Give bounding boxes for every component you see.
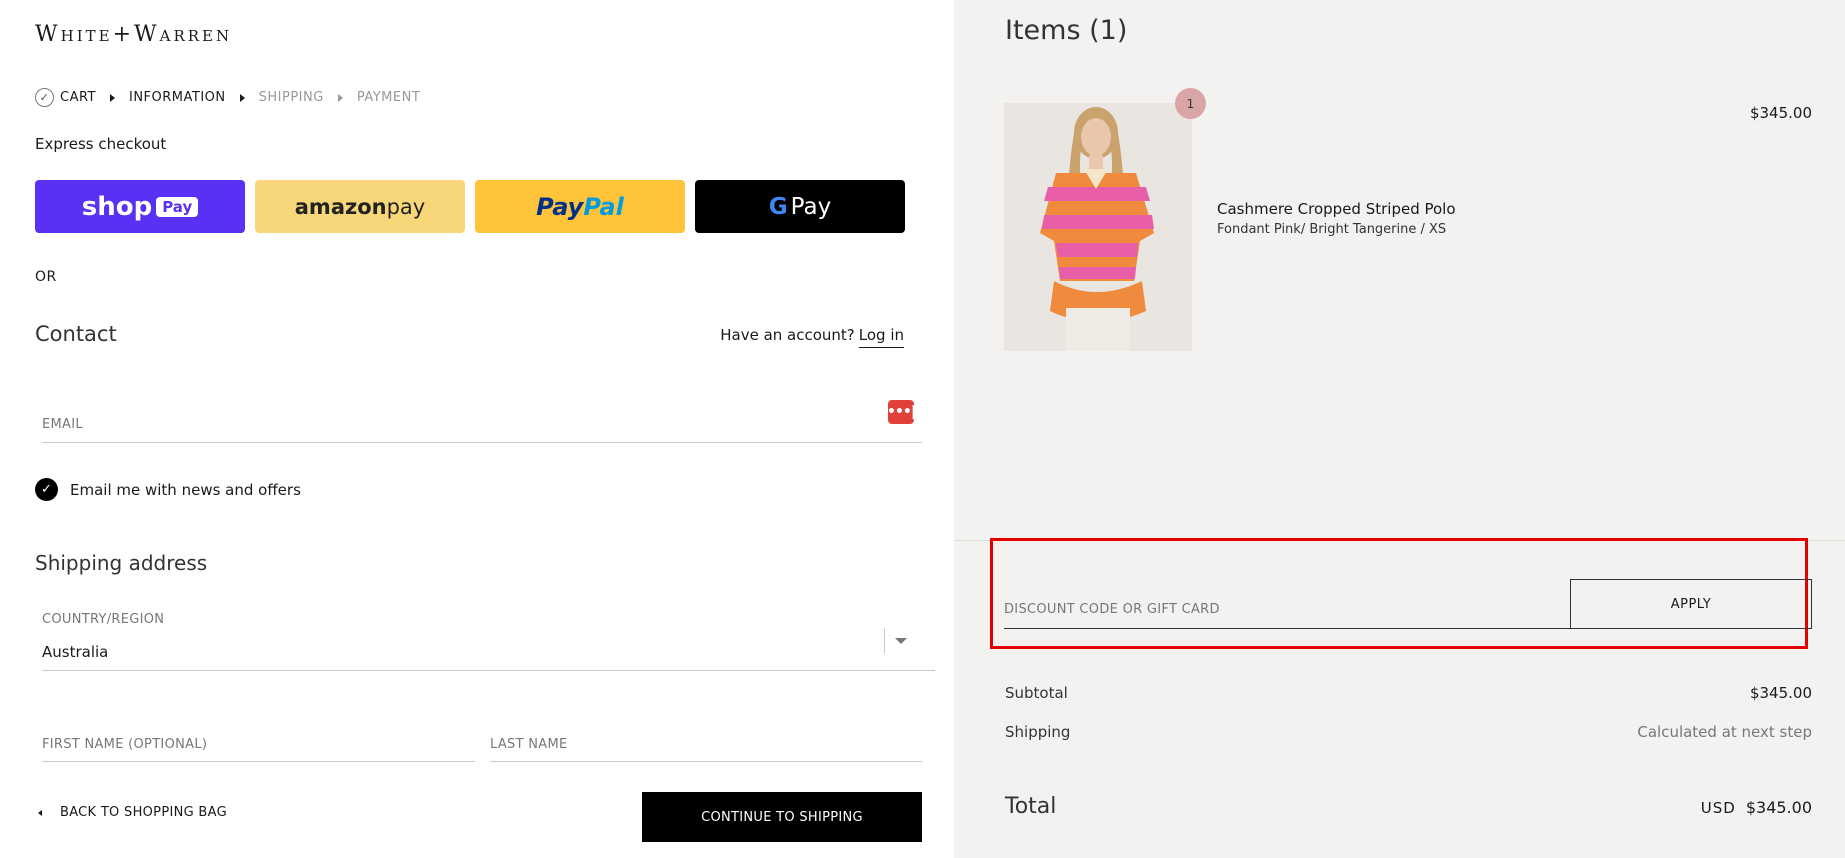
total-row: Total USD $345.00 bbox=[1005, 794, 1812, 819]
google-pay-text: Pay bbox=[790, 193, 832, 220]
quantity-badge: 1 bbox=[1175, 88, 1206, 119]
breadcrumb-shipping: SHIPPING bbox=[258, 90, 324, 105]
google-pay-button[interactable]: G Pay bbox=[695, 180, 905, 233]
country-value: Australia bbox=[42, 643, 109, 661]
shop-pay-tag: Pay bbox=[156, 196, 199, 217]
country-select[interactable]: COUNTRY/REGION Australia bbox=[42, 606, 935, 671]
amazon-pay-button[interactable]: amazon pay bbox=[255, 180, 465, 233]
breadcrumb-information: INFORMATION bbox=[129, 90, 226, 105]
chevron-down-icon bbox=[895, 638, 907, 644]
shipping-row: Shipping Calculated at next step bbox=[1005, 723, 1812, 741]
chevron-left-icon bbox=[38, 809, 42, 816]
have-account: Have an account? Log in bbox=[720, 326, 904, 348]
paypal-button[interactable]: Pay Pal bbox=[475, 180, 685, 233]
last-name-placeholder: LAST NAME bbox=[490, 737, 568, 752]
shipping-value: Calculated at next step bbox=[1637, 723, 1812, 741]
first-name-field[interactable]: FIRST NAME (OPTIONAL) bbox=[42, 720, 475, 762]
breadcrumb-cart[interactable]: CART bbox=[60, 90, 96, 105]
checkbox-checked-icon[interactable]: ✓ bbox=[35, 478, 58, 501]
brand-logo[interactable]: White+Warren bbox=[35, 22, 232, 47]
subtotal-row: Subtotal $345.00 bbox=[1005, 684, 1812, 702]
chevron-right-icon bbox=[239, 93, 245, 102]
product-image bbox=[1004, 103, 1192, 351]
apply-button[interactable]: APPLY bbox=[1570, 579, 1812, 629]
newsletter-label: Email me with news and offers bbox=[70, 480, 301, 499]
amazon-logo-text: amazon bbox=[294, 194, 387, 219]
email-placeholder: EMAIL bbox=[42, 417, 83, 432]
last-name-field[interactable]: LAST NAME bbox=[490, 720, 922, 762]
first-name-placeholder: FIRST NAME (OPTIONAL) bbox=[42, 737, 208, 752]
checkout-form-panel: White+Warren ✓ CART INFORMATION SHIPPING… bbox=[0, 0, 954, 858]
items-heading: Items (1) bbox=[1005, 15, 1128, 46]
discount-placeholder: DISCOUNT CODE OR GIFT CARD bbox=[1004, 602, 1220, 617]
shop-pay-button[interactable]: shop Pay bbox=[35, 180, 245, 233]
chevron-right-icon bbox=[110, 93, 115, 102]
newsletter-option[interactable]: ✓ Email me with news and offers bbox=[35, 478, 301, 501]
country-label: COUNTRY/REGION bbox=[42, 612, 165, 627]
paypal-logo-text-a: Pay bbox=[536, 192, 584, 221]
order-summary-panel: Items (1) 1 Cashmere Cropped Striped Pol… bbox=[954, 0, 1845, 858]
total-label: Total bbox=[1005, 794, 1057, 819]
total-currency: USD bbox=[1700, 799, 1736, 817]
email-field[interactable]: EMAIL •••| bbox=[42, 395, 922, 443]
express-checkout-title: Express checkout bbox=[35, 135, 167, 153]
paypal-logo-text-b: Pal bbox=[583, 192, 624, 221]
discount-code-input[interactable]: DISCOUNT CODE OR GIFT CARD bbox=[1004, 579, 1572, 629]
google-g-icon: G bbox=[768, 193, 788, 220]
continue-to-shipping-button[interactable]: CONTINUE TO SHIPPING bbox=[642, 792, 922, 842]
login-link[interactable]: Log in bbox=[858, 326, 904, 348]
back-to-bag-link[interactable]: BACK TO SHOPPING BAG bbox=[38, 805, 227, 820]
product-variant: Fondant Pink/ Bright Tangerine / XS bbox=[1217, 222, 1447, 237]
breadcrumb-payment: PAYMENT bbox=[356, 90, 421, 105]
product-name: Cashmere Cropped Striped Polo bbox=[1217, 200, 1456, 218]
subtotal-value: $345.00 bbox=[1749, 684, 1812, 702]
select-divider bbox=[884, 628, 885, 654]
have-account-text: Have an account? bbox=[720, 326, 855, 344]
password-manager-icon[interactable]: •••| bbox=[887, 400, 916, 424]
total-value: $345.00 bbox=[1745, 798, 1812, 817]
back-to-bag-label: BACK TO SHOPPING BAG bbox=[60, 805, 227, 820]
express-checkout-buttons: shop Pay amazon pay Pay Pal G Pay bbox=[35, 180, 905, 233]
contact-heading: Contact bbox=[35, 322, 117, 346]
subtotal-label: Subtotal bbox=[1005, 684, 1068, 702]
check-icon: ✓ bbox=[35, 88, 54, 107]
shop-pay-logo-text: shop bbox=[81, 191, 153, 222]
shipping-address-heading: Shipping address bbox=[35, 551, 208, 575]
shipping-label: Shipping bbox=[1005, 723, 1071, 741]
product-photo-illustration bbox=[1004, 103, 1192, 351]
breadcrumb: ✓ CART INFORMATION SHIPPING PAYMENT bbox=[35, 88, 420, 107]
amazon-pay-text: pay bbox=[386, 194, 426, 219]
product-price: $345.00 bbox=[1749, 104, 1812, 122]
chevron-right-icon bbox=[337, 93, 343, 102]
or-divider: OR bbox=[35, 269, 57, 285]
